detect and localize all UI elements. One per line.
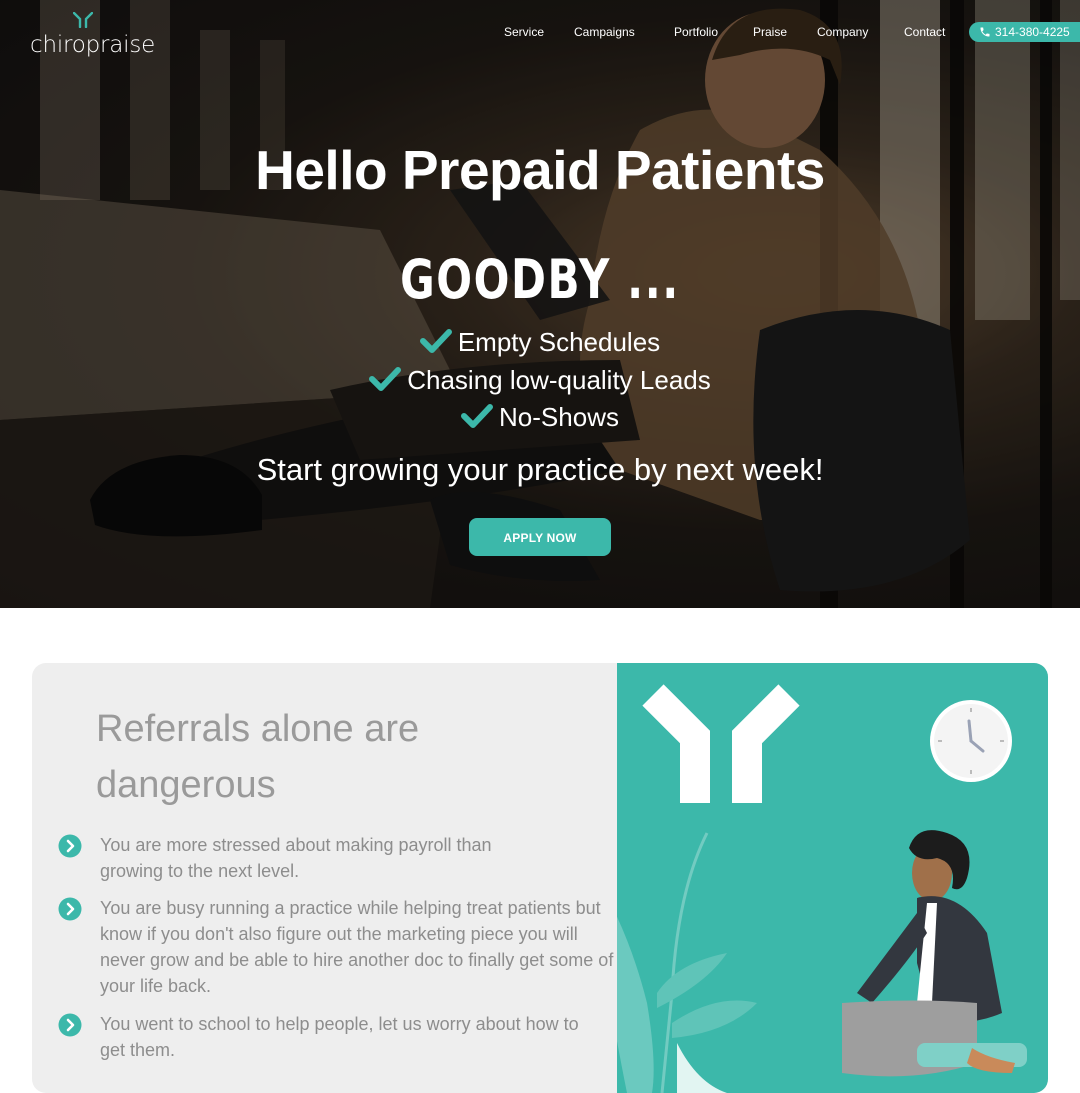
nav-portfolio[interactable]: Portfolio	[674, 25, 718, 39]
apply-now-button[interactable]: APPLY NOW	[469, 518, 611, 556]
nav-contact[interactable]: Contact	[904, 25, 945, 39]
check-item: No-Shows	[0, 402, 1080, 433]
phone-icon	[980, 27, 990, 37]
phone-button[interactable]: 314-380-4225	[969, 22, 1080, 42]
hero-title: Hello Prepaid Patients	[255, 139, 825, 201]
logo-y-icon	[642, 684, 800, 803]
section-title: Referrals alone are dangerous	[96, 701, 496, 813]
phone-number: 314-380-4225	[995, 25, 1070, 39]
clock-icon	[930, 700, 1012, 782]
nav-service[interactable]: Service	[504, 25, 544, 39]
section-title-line: Referrals alone are	[96, 708, 420, 750]
check-item: Chasing low-quality Leads	[0, 365, 1080, 396]
chevron-circle-icon	[58, 1013, 82, 1037]
check-item-label: No-Shows	[499, 402, 619, 432]
checkmark-icon	[369, 367, 402, 391]
chevron-circle-icon	[58, 897, 82, 921]
list-item-text: You are more stressed about making payro…	[100, 835, 492, 881]
referrals-card: Referrals alone are dangerous You are mo…	[32, 663, 1048, 1093]
section-title-line: dangerous	[96, 764, 276, 806]
main-nav: Service Campaigns Portfolio Praise Compa…	[0, 25, 1080, 45]
check-item-label: Chasing low-quality Leads	[407, 365, 711, 395]
check-item: Empty Schedules	[0, 327, 1080, 358]
hero-tagline: Start growing your practice by next week…	[256, 452, 824, 487]
checkmark-icon	[419, 329, 452, 353]
nav-campaigns[interactable]: Campaigns	[574, 25, 635, 39]
check-item-label: Empty Schedules	[457, 327, 661, 357]
illustration	[587, 684, 1027, 1093]
nav-company[interactable]: Company	[817, 25, 868, 39]
chevron-circle-icon	[58, 834, 82, 858]
hero-section: chiropraise Service Campaigns Portfolio …	[0, 0, 1080, 608]
list-item-text: You went to school to help people, let u…	[100, 1014, 579, 1060]
goodbye-heading: GOODBY ...	[400, 248, 680, 311]
list-item-text: You are busy running a practice while he…	[100, 898, 614, 996]
illustration-panel	[587, 663, 1048, 1093]
checkmark-icon	[461, 404, 494, 428]
nav-praise[interactable]: Praise	[753, 25, 787, 39]
